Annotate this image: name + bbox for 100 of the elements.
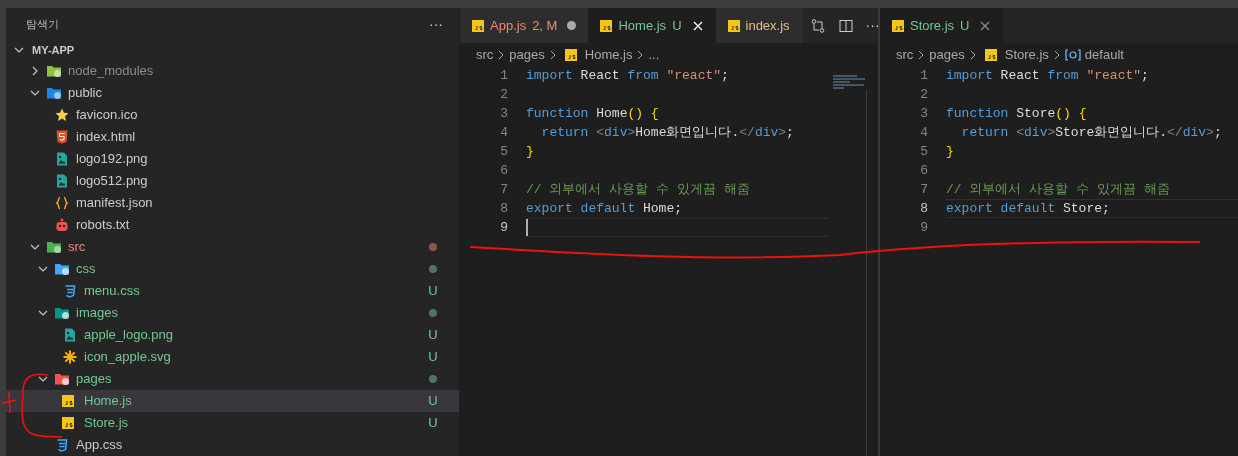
tab-label: index.js: [745, 16, 790, 35]
git-status-label: U: [427, 326, 439, 345]
code-text: return <div>Home화면입니다.</div>;: [540, 123, 794, 142]
breadcrumb-item[interactable]: src: [896, 45, 914, 65]
file-row[interactable]: logo192.png: [6, 148, 459, 170]
folder-icon: [46, 85, 62, 101]
folder-row[interactable]: src: [6, 236, 459, 258]
file-name: index.html: [76, 128, 137, 147]
git-status-label: U: [427, 414, 439, 433]
file-row[interactable]: Home.js U: [6, 390, 459, 412]
code-text: return <div>Store화면입니다.</div>;: [960, 123, 1222, 142]
git-status-label: U: [427, 282, 439, 301]
folder-row[interactable]: pages: [6, 368, 459, 390]
breadcrumb-item[interactable]: Store.js: [1004, 45, 1049, 65]
asterisk-icon: [62, 349, 78, 365]
line-number: 3: [499, 104, 509, 123]
folder-icon: [46, 239, 62, 255]
file-name: icon_apple.svg: [84, 348, 172, 367]
annotation-bracket: [0, 370, 64, 440]
editor-tab[interactable]: Store.js U: [880, 8, 1004, 43]
file-row[interactable]: Store.js U: [6, 412, 459, 434]
breadcrumb-item[interactable]: ...: [648, 45, 660, 65]
breadcrumb-item[interactable]: src: [476, 45, 494, 65]
folder-row[interactable]: css: [6, 258, 459, 280]
editor-tab[interactable]: index.js: [715, 8, 802, 43]
star-icon: [54, 107, 70, 123]
line-number: 8: [499, 199, 509, 218]
code-text: import React from "react";: [526, 66, 729, 85]
file-row[interactable]: favicon.ico: [6, 104, 459, 126]
symbol-icon: [1064, 49, 1081, 61]
code-text: export default Home;: [526, 199, 683, 218]
image-file-icon: [54, 151, 70, 167]
file-name: robots.txt: [76, 216, 131, 235]
file-name: node_modules: [68, 62, 155, 81]
line-number: 4: [499, 123, 509, 142]
file-name: pages: [76, 370, 113, 389]
breadcrumb-item[interactable]: pages: [929, 45, 965, 65]
more-actions-button[interactable]: ···: [429, 13, 443, 35]
js-file-icon: [62, 395, 74, 407]
project-name[interactable]: MY-APP: [32, 42, 75, 59]
sidebar-title: 탐색기: [26, 17, 59, 33]
folder-icon: [46, 63, 62, 79]
git-status-label: U: [427, 392, 439, 411]
chevron-right-icon: [968, 50, 977, 60]
line-number: 4: [919, 123, 929, 142]
line-number: 6: [499, 161, 509, 180]
file-name: public: [68, 84, 103, 103]
tab-status-label: 2, M: [532, 16, 558, 35]
chevron-right-icon: [497, 50, 506, 60]
folder-row[interactable]: public: [6, 82, 459, 104]
file-row[interactable]: App.css: [6, 434, 459, 456]
file-row[interactable]: apple_logo.png U: [6, 324, 459, 346]
js-file-icon: [472, 19, 484, 32]
split-editor-icon[interactable]: [837, 17, 854, 34]
js-file-icon: [984, 49, 997, 61]
tab-status-label: U: [672, 16, 682, 35]
breadcrumb-item[interactable]: default: [1084, 45, 1124, 65]
file-row[interactable]: icon_apple.svg U: [6, 346, 459, 368]
editor-tab[interactable]: App.js 2, M: [460, 8, 589, 43]
line-number: 9: [499, 218, 509, 237]
js-file-icon: [727, 19, 740, 32]
line-number: 1: [499, 66, 509, 85]
code-text: import React from "react";: [946, 66, 1149, 85]
folder-icon: [54, 371, 70, 387]
file-name: menu.css: [84, 282, 141, 301]
compare-changes-icon[interactable]: [809, 17, 826, 34]
image-file-icon: [54, 173, 70, 189]
folder-row[interactable]: node_modules: [6, 60, 459, 82]
line-number: 5: [499, 142, 509, 161]
file-row[interactable]: manifest.json: [6, 192, 459, 214]
folder-icon: [54, 261, 70, 277]
file-row[interactable]: index.html: [6, 126, 459, 148]
robot-icon: [54, 217, 70, 233]
folder-icon: [54, 305, 70, 321]
code-text: export default Store;: [946, 199, 1110, 218]
file-row[interactable]: robots.txt: [6, 214, 459, 236]
tab-status-label: U: [960, 16, 970, 35]
file-name: App.css: [76, 436, 124, 455]
chevron-right-icon: [917, 50, 926, 60]
breadcrumb-item[interactable]: Home.js: [584, 45, 633, 65]
code-text: function Store() {: [946, 104, 1087, 123]
more-actions-button[interactable]: ···: [865, 15, 880, 36]
file-name: Store.js: [84, 414, 130, 433]
file-name: Home.js: [84, 392, 133, 411]
code-text: function Home() {: [526, 104, 659, 123]
file-name: favicon.ico: [76, 106, 139, 125]
git-status-label: U: [427, 348, 439, 367]
js-file-icon: [892, 19, 904, 32]
editor-tab[interactable]: Home.js U: [588, 8, 716, 43]
breadcrumb-item[interactable]: pages: [509, 45, 545, 65]
file-row[interactable]: logo512.png: [6, 170, 459, 192]
js-file-icon: [62, 417, 74, 429]
js-file-icon: [600, 19, 613, 32]
file-row[interactable]: menu.css U: [6, 280, 459, 302]
line-number: 5: [919, 142, 929, 161]
code-text: // 외부에서 사용할 수 있게끔 해줌: [946, 180, 1170, 199]
line-number: 7: [919, 180, 929, 199]
braces-icon: [54, 195, 70, 211]
tab-label: App.js: [490, 16, 527, 35]
folder-row[interactable]: images: [6, 302, 459, 324]
